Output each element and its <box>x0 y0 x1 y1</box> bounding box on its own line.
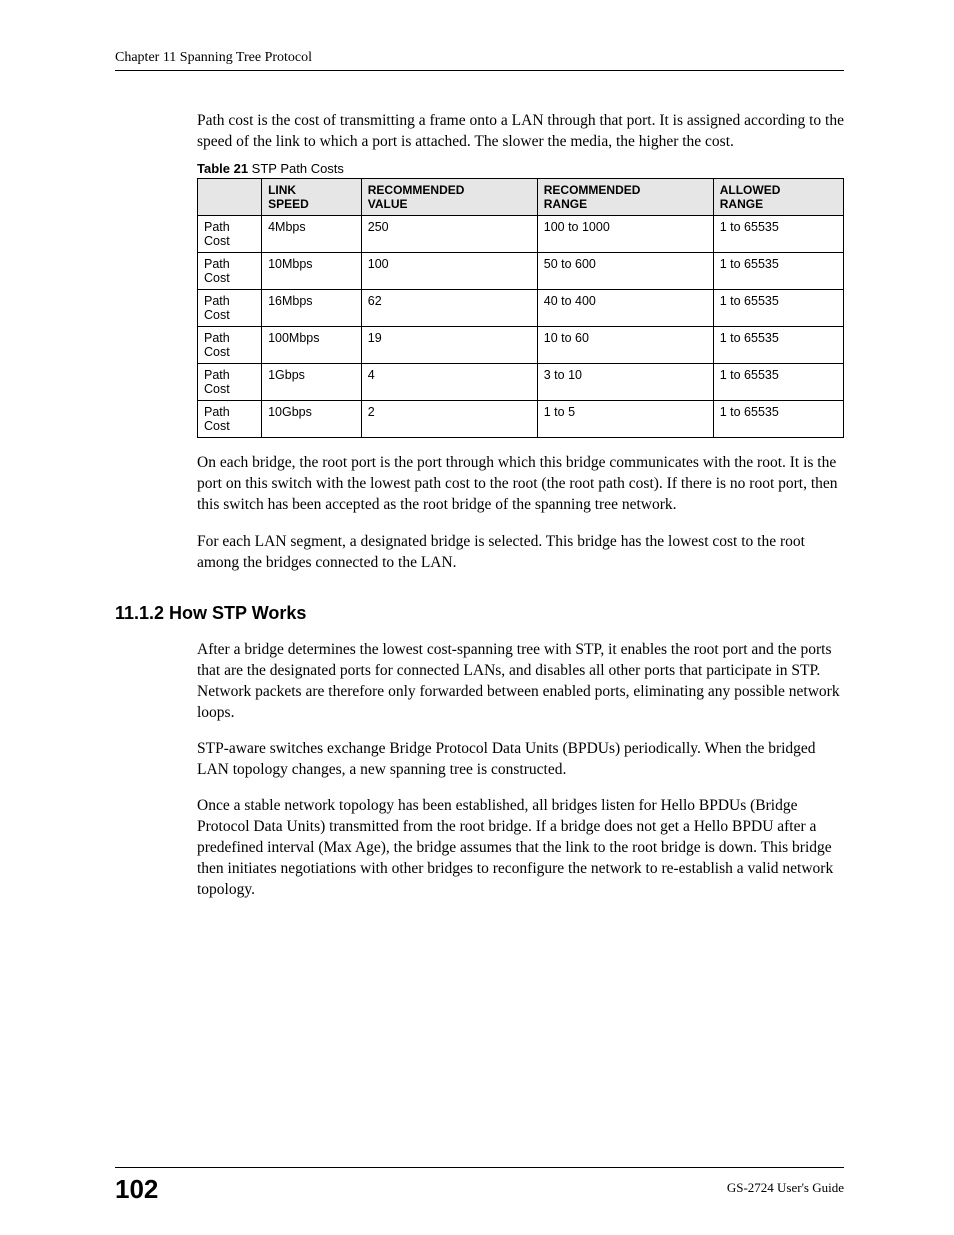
cell-rec-range: 50 to 600 <box>537 252 713 289</box>
table-row: PathCost16Mbps6240 to 4001 to 65535 <box>198 289 844 326</box>
cell-link-speed: 100Mbps <box>262 326 362 363</box>
guide-name: GS-2724 User's Guide <box>727 1180 844 1196</box>
table-row: PathCost10Gbps21 to 51 to 65535 <box>198 400 844 437</box>
cell-rec-value: 250 <box>361 215 537 252</box>
cell-rowlabel: PathCost <box>198 400 262 437</box>
page-number: 102 <box>115 1174 158 1205</box>
stp-path-costs-table: LINKSPEED RECOMMENDEDVALUE RECOMMENDEDRA… <box>197 178 844 438</box>
th-link-speed: LINKSPEED <box>262 178 362 215</box>
th-allowed-range: ALLOWEDRANGE <box>713 178 843 215</box>
table-header-row: LINKSPEED RECOMMENDEDVALUE RECOMMENDEDRA… <box>198 178 844 215</box>
cell-allowed-range: 1 to 65535 <box>713 400 843 437</box>
cell-rec-value: 19 <box>361 326 537 363</box>
cell-rowlabel: PathCost <box>198 215 262 252</box>
cell-rec-value: 62 <box>361 289 537 326</box>
page-footer: 102 GS-2724 User's Guide <box>115 1167 844 1205</box>
cell-link-speed: 16Mbps <box>262 289 362 326</box>
cell-rowlabel: PathCost <box>198 363 262 400</box>
table-row: PathCost4Mbps250100 to 10001 to 65535 <box>198 215 844 252</box>
table-caption-title: STP Path Costs <box>248 161 344 176</box>
intro-paragraph: Path cost is the cost of transmitting a … <box>197 111 844 153</box>
cell-link-speed: 10Gbps <box>262 400 362 437</box>
table-row: PathCost1Gbps43 to 101 to 65535 <box>198 363 844 400</box>
cell-link-speed: 10Mbps <box>262 252 362 289</box>
root-port-paragraph: On each bridge, the root port is the por… <box>197 453 844 516</box>
cell-allowed-range: 1 to 65535 <box>713 363 843 400</box>
section-p1: After a bridge determines the lowest cos… <box>197 640 844 724</box>
cell-allowed-range: 1 to 65535 <box>713 326 843 363</box>
cell-rec-range: 3 to 10 <box>537 363 713 400</box>
cell-rowlabel: PathCost <box>198 289 262 326</box>
cell-rec-range: 10 to 60 <box>537 326 713 363</box>
th-rec-range: RECOMMENDEDRANGE <box>537 178 713 215</box>
cell-allowed-range: 1 to 65535 <box>713 252 843 289</box>
table-caption: Table 21 STP Path Costs <box>197 161 844 176</box>
section-p2: STP-aware switches exchange Bridge Proto… <box>197 739 844 781</box>
table-row: PathCost10Mbps10050 to 6001 to 65535 <box>198 252 844 289</box>
section-p3: Once a stable network topology has been … <box>197 796 844 901</box>
cell-link-speed: 1Gbps <box>262 363 362 400</box>
cell-allowed-range: 1 to 65535 <box>713 289 843 326</box>
table-caption-number: Table 21 <box>197 161 248 176</box>
cell-rec-range: 40 to 400 <box>537 289 713 326</box>
cell-link-speed: 4Mbps <box>262 215 362 252</box>
cell-allowed-range: 1 to 65535 <box>713 215 843 252</box>
cell-rec-value: 4 <box>361 363 537 400</box>
cell-rec-value: 2 <box>361 400 537 437</box>
cell-rowlabel: PathCost <box>198 252 262 289</box>
cell-rec-range: 100 to 1000 <box>537 215 713 252</box>
section-heading-11-1-2: 11.1.2 How STP Works <box>115 603 844 624</box>
table-row: PathCost100Mbps1910 to 601 to 65535 <box>198 326 844 363</box>
chapter-header: Chapter 11 Spanning Tree Protocol <box>115 50 844 71</box>
cell-rec-value: 100 <box>361 252 537 289</box>
cell-rowlabel: PathCost <box>198 326 262 363</box>
th-blank <box>198 178 262 215</box>
cell-rec-range: 1 to 5 <box>537 400 713 437</box>
designated-bridge-paragraph: For each LAN segment, a designated bridg… <box>197 532 844 574</box>
th-rec-value: RECOMMENDEDVALUE <box>361 178 537 215</box>
